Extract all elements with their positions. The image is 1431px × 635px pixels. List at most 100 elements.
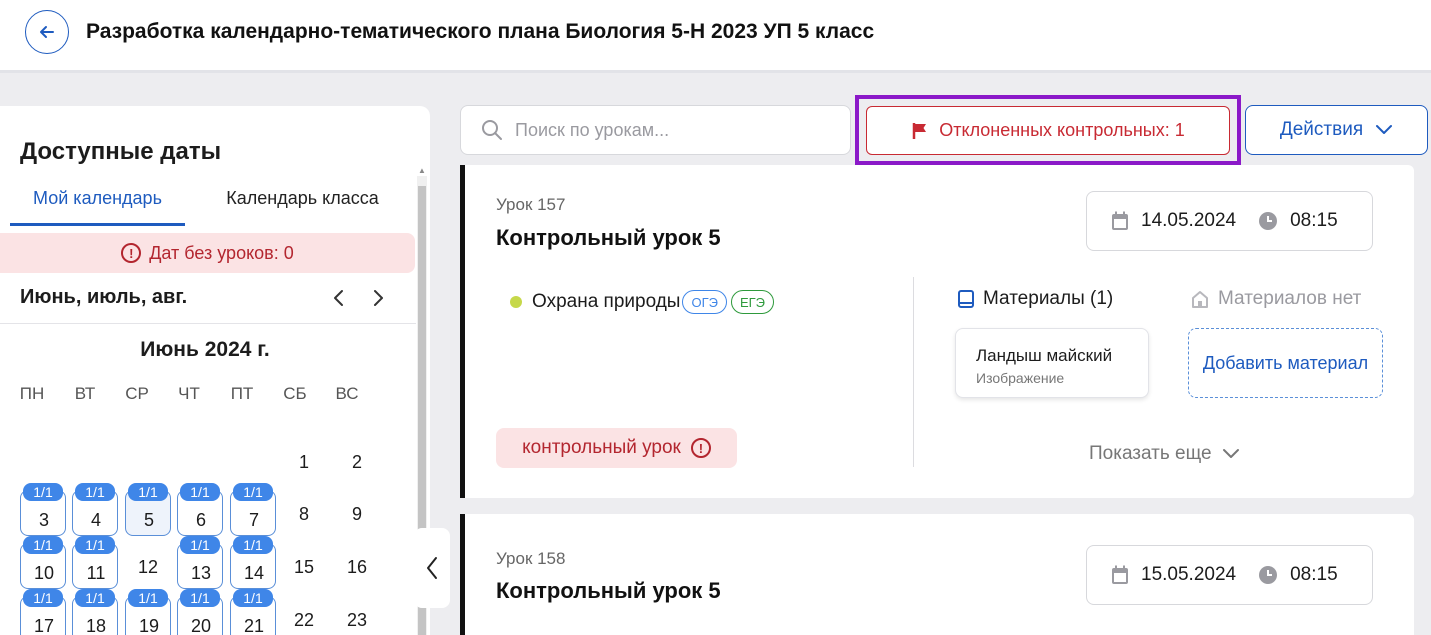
calendar-day[interactable]: 16 bbox=[334, 543, 380, 589]
calendar-day[interactable]: 9 bbox=[334, 490, 380, 536]
topic-label: Охрана природы bbox=[532, 291, 681, 312]
lesson-count-badge: 1/1 bbox=[233, 536, 273, 554]
page-header: Разработка календарно-тематического план… bbox=[0, 0, 1431, 73]
chevron-right-icon bbox=[374, 290, 383, 306]
day-number: 7 bbox=[248, 510, 259, 530]
home-icon bbox=[1192, 291, 1208, 308]
calendar-day[interactable]: 1/1 7 bbox=[230, 483, 276, 536]
calendar-day[interactable]: 1/1 3 bbox=[20, 483, 66, 536]
day-number: 11 bbox=[86, 563, 106, 583]
day-number: 3 bbox=[38, 510, 49, 530]
day-number: 13 bbox=[190, 563, 212, 583]
months-range-label: Июнь, июль, авг. bbox=[20, 286, 188, 308]
exam-tag-ege: ЕГЭ bbox=[730, 290, 775, 314]
day-number: 4 bbox=[90, 510, 101, 530]
weekday-label: ЧТ bbox=[178, 384, 200, 403]
home-materials-status: Материалов нет bbox=[1190, 288, 1361, 310]
materials-heading[interactable]: Материалы (1) bbox=[957, 288, 1113, 310]
lesson-datetime[interactable]: 15.05.2024 08:15 bbox=[1086, 545, 1373, 605]
no-materials-label: Материалов нет bbox=[1218, 288, 1362, 309]
tab-class-calendar[interactable]: Календарь класса bbox=[200, 188, 405, 226]
calendar-day[interactable]: 1/1 10 bbox=[20, 536, 66, 589]
back-button[interactable] bbox=[25, 10, 69, 54]
dates-without-lessons-alert: ! Дат без уроков: 0 bbox=[0, 233, 415, 273]
calendar-day[interactable]: 1/1 4 bbox=[72, 483, 118, 536]
calendar-day[interactable]: 1/1 21 bbox=[230, 589, 276, 635]
tab-my-calendar[interactable]: Мой календарь bbox=[10, 188, 185, 226]
calendar-day[interactable]: 1/1 20 bbox=[177, 589, 223, 635]
day-number: 14 bbox=[243, 563, 265, 583]
day-number: 6 bbox=[195, 510, 206, 530]
chevron-left-icon bbox=[334, 290, 343, 306]
calendar-day[interactable]: 12 bbox=[125, 543, 171, 589]
lesson-title: Контрольный урок 5 bbox=[496, 578, 721, 603]
day-number: 20 bbox=[190, 616, 212, 635]
prev-months-button[interactable] bbox=[327, 286, 351, 310]
calendar-day[interactable]: 1 bbox=[281, 438, 327, 484]
calendar-day[interactable]: 2 bbox=[334, 438, 380, 484]
lesson-count-badge: 1/1 bbox=[75, 483, 115, 501]
lesson-number: Урок 157 bbox=[496, 195, 566, 214]
day-number: 1 bbox=[298, 452, 309, 472]
calendar-day[interactable]: 1/1 11 bbox=[72, 536, 118, 589]
search-input[interactable] bbox=[515, 119, 835, 141]
lesson-count-badge: 1/1 bbox=[23, 589, 63, 607]
chevron-down-icon bbox=[1376, 125, 1393, 134]
panel-title: Доступные даты bbox=[20, 138, 222, 165]
calendar-day[interactable]: 1/1 13 bbox=[177, 536, 223, 589]
arrow-left-icon bbox=[40, 26, 54, 38]
material-type: Изображение bbox=[976, 370, 1065, 386]
calendar-day[interactable]: 1/1 5 bbox=[125, 483, 171, 536]
calendar-icon bbox=[1112, 565, 1128, 584]
alert-text: Дат без уроков: 0 bbox=[149, 242, 294, 263]
calendar-day[interactable]: 15 bbox=[281, 543, 327, 589]
lesson-kind-tag: контрольный урок ! bbox=[496, 428, 737, 468]
lesson-datetime[interactable]: 14.05.2024 08:15 bbox=[1086, 191, 1373, 251]
weekday-label: СБ bbox=[283, 384, 307, 403]
calendar-day[interactable]: 1/1 19 bbox=[125, 589, 171, 635]
lesson-count-badge: 1/1 bbox=[233, 483, 273, 501]
rejected-tests-label: Отклоненных контрольных: 1 bbox=[939, 120, 1185, 140]
lesson-date: 14.05.2024 bbox=[1141, 210, 1237, 231]
lesson-count-badge: 1/1 bbox=[180, 483, 220, 501]
collapse-panel-button[interactable] bbox=[414, 528, 450, 608]
calendar-day[interactable]: 22 bbox=[281, 596, 327, 635]
calendar-day[interactable]: 1/1 6 bbox=[177, 483, 223, 536]
calendar-day[interactable]: 1/1 18 bbox=[72, 589, 118, 635]
book-icon bbox=[958, 290, 974, 308]
lesson-card: Урок 157 Контрольный урок 5 14.05.2024 0… bbox=[460, 165, 1414, 498]
exam-tag-oge: ОГЭ bbox=[682, 290, 727, 314]
material-card[interactable]: Ландыш майский Изображение bbox=[955, 328, 1149, 398]
day-number: 10 bbox=[33, 563, 55, 583]
calendar-day[interactable]: 8 bbox=[281, 490, 327, 536]
weekday-label: ПН bbox=[19, 384, 45, 403]
calendar-day[interactable]: 23 bbox=[334, 596, 380, 635]
lesson-time: 08:15 bbox=[1290, 210, 1338, 231]
lesson-count-badge: 1/1 bbox=[75, 536, 115, 554]
scroll-up-arrow[interactable]: ▲ bbox=[418, 166, 426, 175]
lesson-search[interactable] bbox=[460, 105, 851, 155]
day-number: 21 bbox=[243, 616, 265, 635]
calendar-day[interactable]: 1/1 14 bbox=[230, 536, 276, 589]
actions-button[interactable]: Действия bbox=[1245, 105, 1428, 155]
show-more-button[interactable]: Показать еще bbox=[1089, 443, 1240, 465]
day-number: 18 bbox=[85, 616, 107, 635]
chevron-left-icon bbox=[427, 557, 437, 579]
day-number: 9 bbox=[351, 504, 362, 524]
lesson-card: Урок 158 Контрольный урок 5 15.05.2024 0… bbox=[460, 514, 1414, 635]
lesson-count-badge: 1/1 bbox=[23, 483, 63, 501]
add-material-button[interactable]: Добавить материал bbox=[1188, 328, 1383, 398]
lesson-count-badge: 1/1 bbox=[75, 589, 115, 607]
calendar-day[interactable]: 1/1 17 bbox=[20, 589, 66, 635]
weekday-label: СР bbox=[125, 384, 149, 403]
lesson-kind-label: контрольный урок bbox=[522, 437, 681, 458]
material-name: Ландыш майский bbox=[976, 346, 1113, 365]
rejected-tests-button[interactable]: Отклоненных контрольных: 1 bbox=[866, 106, 1230, 155]
lesson-count-badge: 1/1 bbox=[128, 589, 168, 607]
page-title: Разработка календарно-тематического план… bbox=[86, 20, 875, 43]
next-months-button[interactable] bbox=[366, 286, 390, 310]
lesson-time: 08:15 bbox=[1290, 564, 1338, 585]
weekday-label: ВТ bbox=[74, 384, 96, 403]
exclamation-icon: ! bbox=[690, 438, 711, 458]
clock-icon bbox=[1259, 212, 1278, 230]
